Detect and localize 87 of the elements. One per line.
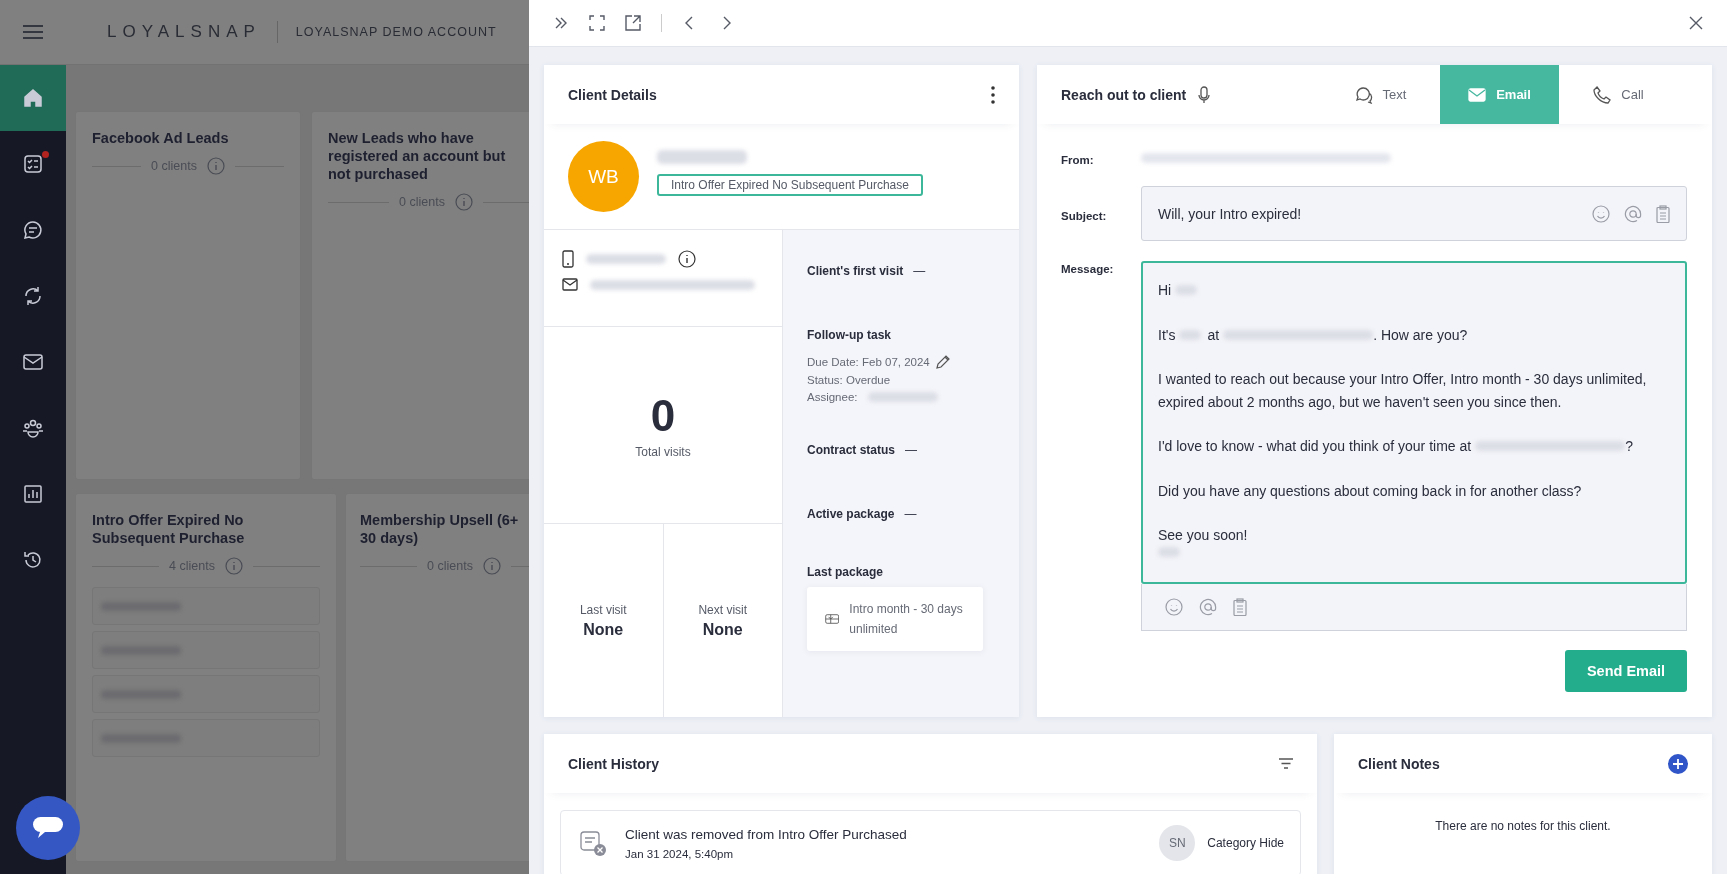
fact-label: Active package [807, 507, 895, 521]
fact-label: Contract status [807, 443, 895, 457]
fact-label: Last package [807, 565, 885, 579]
clipboard-icon[interactable] [1233, 598, 1247, 616]
empty-notes-message: There are no notes for this client. [1434, 819, 1612, 833]
speech-bubbles-icon [1354, 85, 1373, 104]
segment-title: Membership Upsell (6+ 30 days) [360, 511, 520, 547]
field-label: Subject: [1061, 209, 1108, 222]
at-sign-icon[interactable] [1199, 598, 1217, 616]
due-date: Due Date: Feb 07, 2024 [807, 355, 930, 368]
mail-icon [22, 351, 44, 373]
pencil-icon[interactable] [935, 354, 951, 369]
channel-tab[interactable]: Email [1440, 65, 1559, 124]
history-text: Client was removed from Intro Offer Purchased [625, 826, 908, 842]
message-field[interactable] [1141, 261, 1687, 584]
package-name: Intro month - 30 days unlimited [849, 601, 964, 638]
message-text: I wanted to reach out because your Intro Offer, Intro month - 30 days unlimited, expired about 2 months ago, but we haven't seen you since then. [1158, 370, 1648, 412]
card-title: Client Notes [1358, 755, 1440, 772]
history-time: Jan 31 2024, 5:40pm [625, 847, 735, 860]
account-name: LOYALSNAP DEMO ACCOUNT [295, 25, 497, 39]
field-label: Message: [1061, 262, 1115, 275]
segment-title: Intro Offer Expired No Subsequent Purchase [92, 511, 246, 547]
avatar: WB [568, 141, 639, 212]
fact-value: — [913, 264, 926, 278]
mail-icon [562, 278, 578, 291]
message-text: . How are you? [1373, 325, 1468, 345]
close-icon[interactable] [1689, 16, 1703, 30]
assignee-label: Assignee: [807, 391, 858, 403]
add-icon[interactable] [1668, 753, 1688, 774]
segment-tag: Intro Offer Expired No Subsequent Purchase [657, 173, 923, 196]
more-options-icon[interactable] [991, 85, 995, 104]
at-sign-icon[interactable] [1624, 204, 1642, 223]
message-text: at [1207, 325, 1220, 345]
send-email-button[interactable]: Send Email [1565, 650, 1687, 692]
fact-label: Follow-up task [807, 328, 892, 342]
visit-value: None [583, 620, 624, 639]
channel-tab[interactable]: Text [1321, 65, 1440, 124]
segment-title: New Leads who have registered an account but not purchased [328, 129, 507, 183]
visit-label: Last visit [579, 602, 627, 617]
list-remove-icon [579, 829, 607, 857]
visit-value: None [702, 620, 743, 639]
message-text: See you soon! [1158, 526, 1248, 545]
people-icon [22, 417, 44, 439]
visit-count: 0 [650, 391, 676, 441]
field-label: From: [1061, 153, 1095, 166]
blurred-text [867, 392, 938, 402]
fact-label: Client's first visit [807, 264, 904, 278]
message-text: ? [1625, 437, 1633, 456]
chart-icon [22, 483, 44, 505]
user-avatar: SN [1159, 825, 1196, 861]
visit-label: Next visit [698, 602, 748, 617]
phone-icon [1593, 85, 1612, 104]
subject-field[interactable]: Will, your Intro expired! [1141, 186, 1687, 241]
visit-count-label: Total visits [635, 445, 691, 459]
external-link-icon[interactable] [625, 15, 641, 31]
home-icon [22, 87, 44, 109]
history-action: Category Hide [1207, 836, 1284, 850]
sync-icon [22, 285, 44, 307]
fact-value: — [904, 507, 917, 521]
clipboard-icon[interactable] [1656, 204, 1670, 223]
history-icon [22, 549, 44, 571]
card-title: Client History [568, 755, 659, 772]
microphone-icon[interactable] [1198, 85, 1211, 104]
fact-value: — [905, 443, 917, 457]
chat-icon [22, 219, 44, 241]
message-text: It's [1158, 325, 1176, 345]
double-chevron-icon[interactable] [553, 15, 569, 31]
emoji-icon[interactable] [1165, 598, 1183, 616]
channel-tab[interactable]: Call [1559, 65, 1678, 124]
emoji-icon[interactable] [1592, 204, 1610, 223]
brand-logo: LOYALSNAP [107, 22, 261, 42]
segment-title: Facebook Ad Leads [92, 129, 230, 147]
phone-icon [562, 250, 574, 268]
checklist-icon [22, 153, 44, 175]
task-status: Status: Overdue [807, 374, 891, 386]
menu-icon[interactable] [23, 25, 43, 39]
mail-icon [1468, 85, 1487, 104]
fullscreen-icon[interactable] [589, 15, 605, 31]
message-text: Did you have any questions about coming back in for another class? [1158, 481, 1582, 501]
ticket-icon [825, 611, 840, 627]
filter-icon[interactable] [1279, 758, 1293, 769]
card-title: Reach out to client [1061, 86, 1187, 103]
message-text: I'd love to know - what did you think of your time at [1158, 437, 1472, 456]
card-title: Client Details [568, 86, 657, 103]
nav-item[interactable] [0, 65, 66, 131]
message-text: Hi [1158, 281, 1172, 300]
info-icon[interactable] [678, 250, 696, 268]
